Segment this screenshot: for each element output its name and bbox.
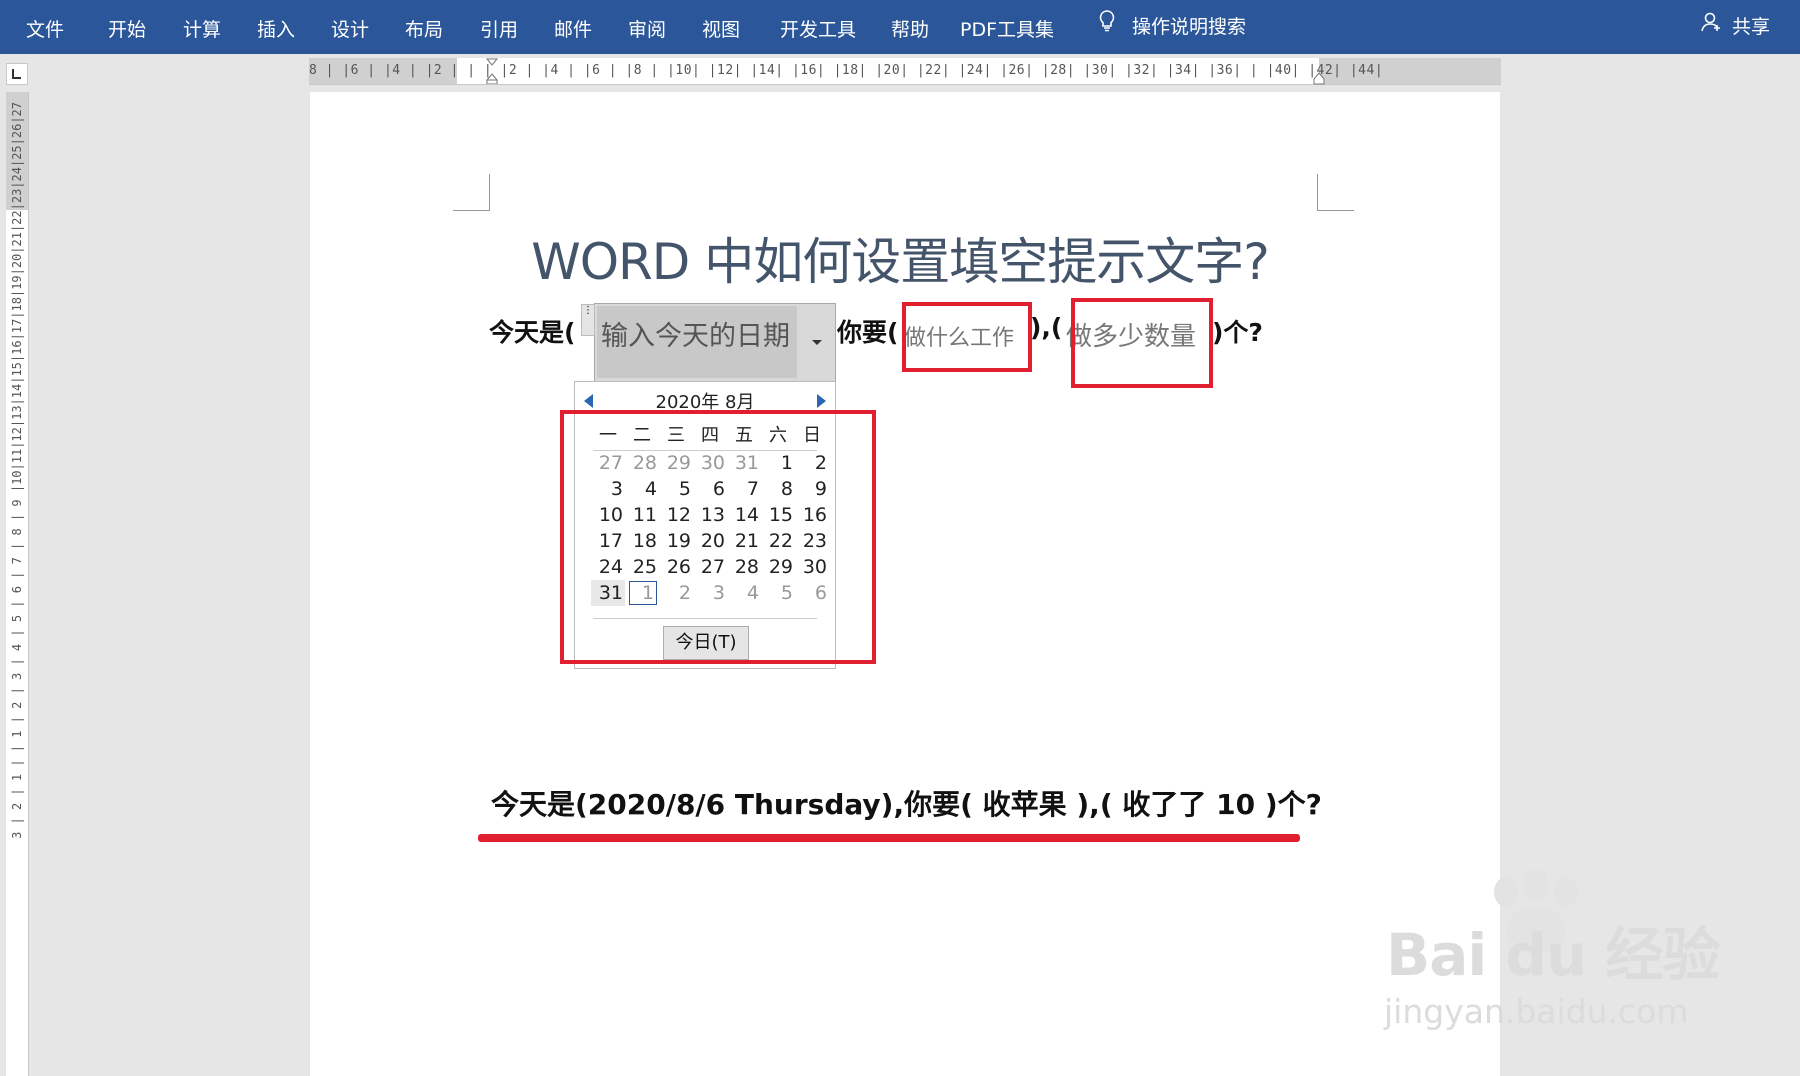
ribbon-tab[interactable]: 邮件	[554, 0, 592, 54]
share-button[interactable]: 共享	[1700, 0, 1770, 54]
line1-middle: 你要(	[837, 318, 899, 347]
highlight-box-work	[902, 302, 1032, 372]
horizontal-ruler[interactable]: 8 | |6 | |4 | |2 | | | |2 | |4 | |6 | |8…	[309, 58, 1501, 85]
watermark-brand: Bai du 经验	[1386, 921, 1720, 989]
indent-marker[interactable]	[485, 58, 499, 85]
line1-suffix: )个?	[1212, 318, 1263, 347]
baidu-jingyan-watermark: Bai du 经验 jingyan.baidu.com	[1376, 870, 1720, 1040]
ribbon-tab[interactable]: 文件	[26, 0, 64, 54]
person-icon	[1700, 0, 1722, 57]
right-indent-marker[interactable]	[1313, 70, 1325, 85]
ribbon-tab[interactable]: 插入	[257, 0, 295, 54]
ribbon-tab[interactable]: 引用	[480, 0, 518, 54]
share-label: 共享	[1731, 16, 1770, 38]
highlight-box-calendar	[560, 410, 876, 664]
crop-mark-left	[453, 174, 490, 211]
vertical-ruler-marks: 3 | 2 | 1 | | 1 | 2 | 3 | 4 | 5 | 6 | 7 …	[10, 102, 24, 839]
ribbon-tab[interactable]: 帮助	[891, 0, 929, 54]
ribbon-tab[interactable]: 设计	[331, 0, 369, 54]
ribbon-tab[interactable]: 开始	[108, 0, 146, 54]
ribbon-tab[interactable]: 计算	[183, 0, 221, 54]
tab-selector[interactable]	[6, 63, 28, 85]
line1-separator: ),(	[1030, 313, 1063, 342]
tell-me-label: 操作说明搜索	[1132, 16, 1247, 38]
ribbon-bar: 文件 开始 计算 插入 设计 布局 引用 邮件 审阅 视图 开发工具 帮助 PDF工具集 操作说明搜索 …	[0, 0, 1800, 54]
content-control-handle[interactable]: ⋮	[581, 304, 595, 336]
highlight-box-quantity	[1071, 298, 1213, 388]
completed-sentence: 今天是(2020/8/6 Thursday),你要( 收苹果 ),( 收了了 1…	[491, 788, 1322, 821]
ribbon-tab[interactable]: 布局	[405, 0, 443, 54]
lightbulb-icon	[1098, 0, 1116, 57]
ribbon-tab[interactable]: 开发工具	[780, 0, 856, 54]
dropdown-arrow-icon[interactable]	[799, 304, 835, 382]
document-title: WORD 中如何设置填空提示文字?	[531, 233, 1269, 291]
line1-prefix: 今天是(	[489, 318, 576, 347]
watermark-url: jingyan.baidu.com	[1384, 992, 1689, 1031]
tell-me-search[interactable]: 操作说明搜索	[1098, 0, 1246, 54]
date-placeholder[interactable]: 输入今天的日期	[597, 306, 797, 378]
ribbon-tab[interactable]: PDF工具集	[960, 0, 1054, 54]
date-picker-control[interactable]: ⋮ 输入今天的日期	[581, 303, 836, 383]
ribbon-tab[interactable]: 视图	[702, 0, 740, 54]
ribbon-tab[interactable]: 审阅	[628, 0, 666, 54]
red-underline	[478, 834, 1300, 842]
crop-mark-right	[1317, 174, 1354, 211]
